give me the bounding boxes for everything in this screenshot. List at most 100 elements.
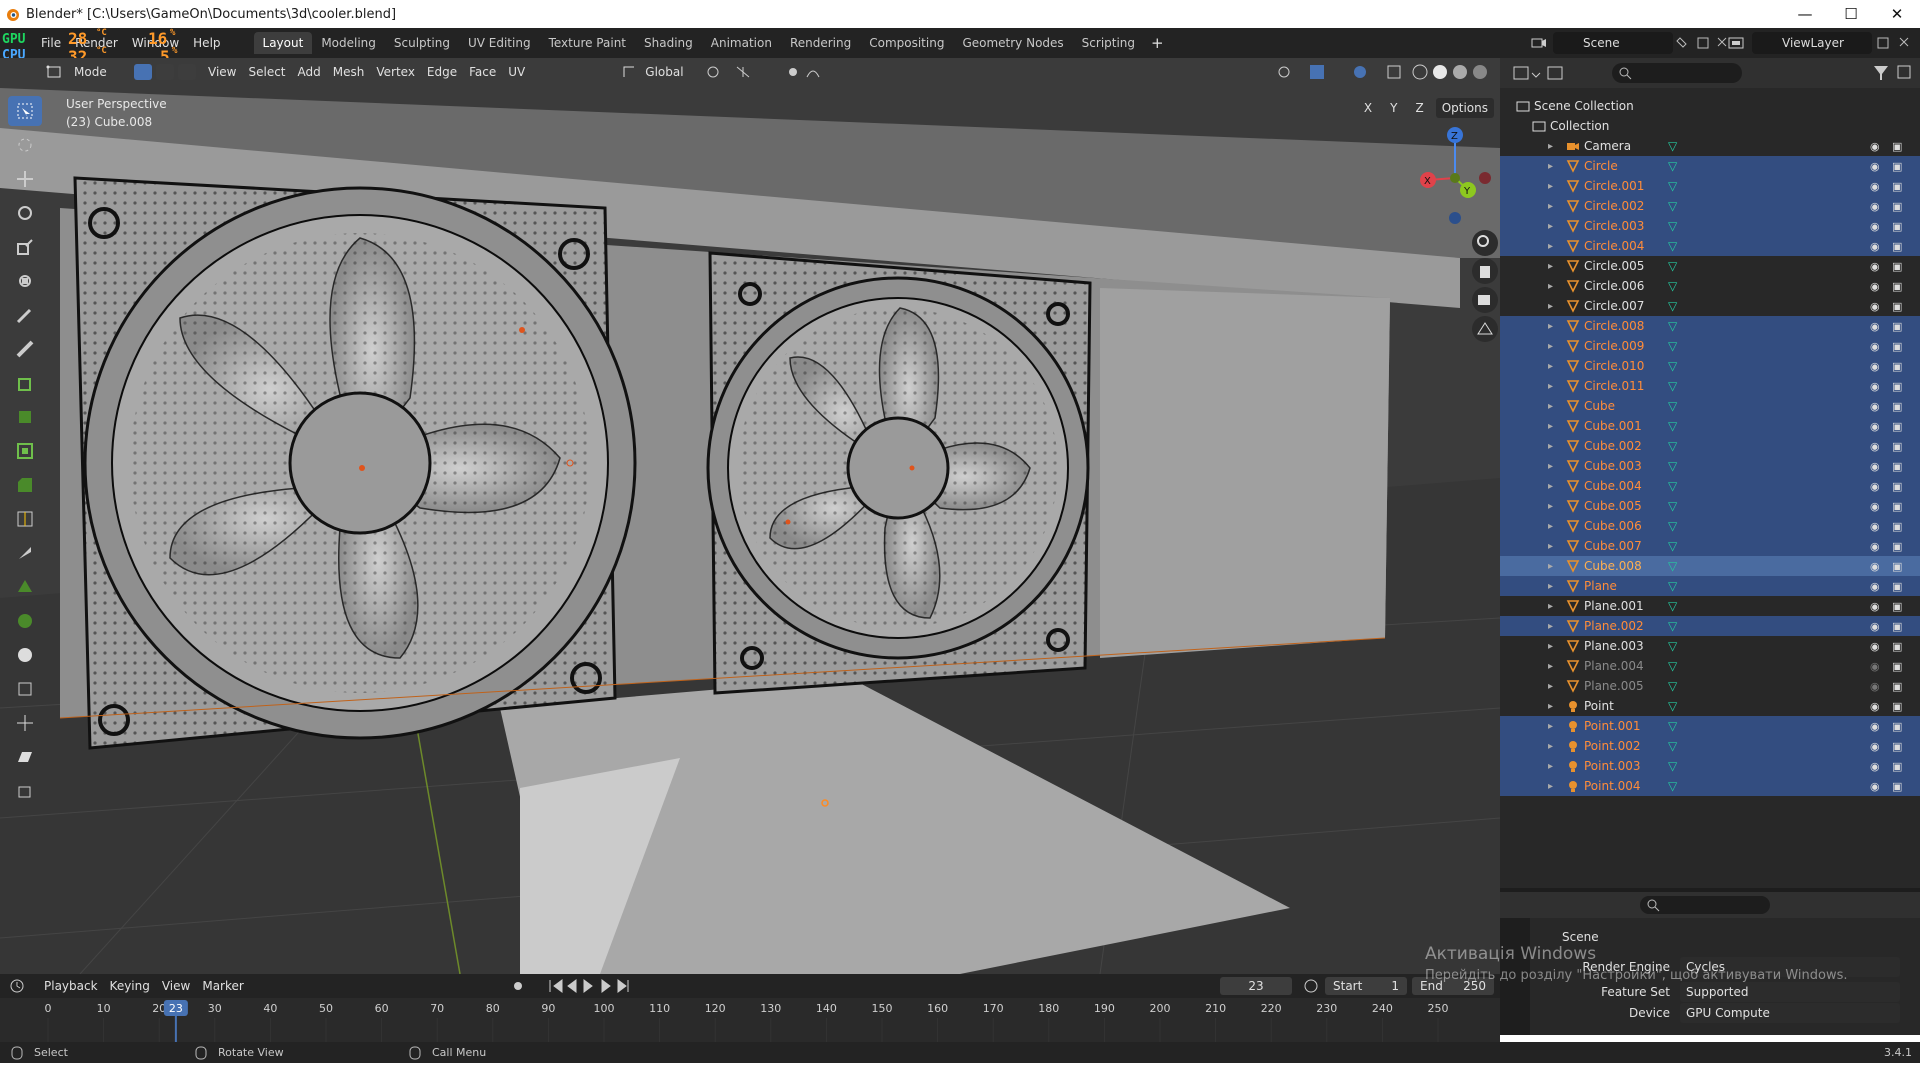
visibility-eye-icon[interactable]: ◉: [1870, 780, 1880, 793]
outliner-item[interactable]: Point.002 ▸ ▽ ◉ ▣: [1500, 736, 1920, 756]
visibility-eye-icon[interactable]: ◉: [1870, 540, 1880, 553]
workspace-tab-layout[interactable]: Layout: [253, 32, 313, 54]
axis-y[interactable]: Y: [1384, 98, 1403, 118]
workspace-tab-uv-editing[interactable]: UV Editing: [459, 32, 540, 54]
workspace-tab-modeling[interactable]: Modeling: [312, 32, 385, 54]
mesh-data-icon[interactable]: ▽: [1668, 439, 1677, 453]
render-camera-icon[interactable]: ▣: [1892, 300, 1902, 313]
render-camera-icon[interactable]: ▣: [1892, 780, 1902, 793]
render-camera-icon[interactable]: ▣: [1892, 320, 1902, 333]
mesh-data-icon[interactable]: ▽: [1668, 639, 1677, 653]
visibility-eye-icon[interactable]: ◉: [1870, 200, 1880, 213]
visibility-eye-icon[interactable]: ◉: [1870, 620, 1880, 633]
auto-keying-icon[interactable]: [1302, 977, 1320, 995]
visibility-eye-icon[interactable]: ◉: [1870, 520, 1880, 533]
render-camera-icon[interactable]: ▣: [1892, 640, 1902, 653]
mesh-data-icon[interactable]: ▽: [1668, 539, 1677, 553]
outliner-item[interactable]: Cube.005 ▸ ▽ ◉ ▣: [1500, 496, 1920, 516]
outliner-item[interactable]: Point.001 ▸ ▽ ◉ ▣: [1500, 716, 1920, 736]
visibility-eye-icon[interactable]: ◉: [1870, 440, 1880, 453]
viewport-menu-view[interactable]: View: [202, 62, 242, 82]
visibility-eye-icon[interactable]: ◉: [1870, 500, 1880, 513]
expand-arrow-icon[interactable]: ▸: [1548, 381, 1553, 392]
viewlayer-selector[interactable]: ViewLayer: [1752, 32, 1872, 54]
measure-tool[interactable]: [8, 334, 42, 364]
mesh-data-icon[interactable]: ▽: [1668, 779, 1677, 793]
outliner-item[interactable]: Circle ▸ ▽ ◉ ▣: [1500, 156, 1920, 176]
mesh-data-icon[interactable]: ▽: [1668, 459, 1677, 473]
mesh-data-icon[interactable]: ▽: [1668, 359, 1677, 373]
expand-arrow-icon[interactable]: ▸: [1548, 141, 1553, 152]
render-camera-icon[interactable]: ▣: [1892, 760, 1902, 773]
mesh-data-icon[interactable]: ▽: [1668, 699, 1677, 713]
mesh-data-icon[interactable]: ▽: [1668, 159, 1677, 173]
blender-menu-icon[interactable]: [0, 28, 34, 58]
outliner-item[interactable]: Cube.003 ▸ ▽ ◉ ▣: [1500, 456, 1920, 476]
expand-arrow-icon[interactable]: ▸: [1548, 241, 1553, 252]
visibility-eye-icon[interactable]: ◉: [1870, 380, 1880, 393]
menu-help[interactable]: Help: [186, 32, 227, 54]
close-button[interactable]: ✕: [1874, 0, 1920, 28]
expand-arrow-icon[interactable]: ▸: [1548, 321, 1553, 332]
menu-file[interactable]: File: [34, 32, 68, 54]
visibility-eye-icon[interactable]: ◉: [1870, 420, 1880, 433]
expand-arrow-icon[interactable]: ▸: [1548, 561, 1553, 572]
feature-set-dropdown[interactable]: Supported: [1680, 982, 1900, 1002]
mesh-data-icon[interactable]: ▽: [1668, 339, 1677, 353]
mesh-data-icon[interactable]: ▽: [1668, 619, 1677, 633]
outliner-item[interactable]: Cube.007 ▸ ▽ ◉ ▣: [1500, 536, 1920, 556]
expand-arrow-icon[interactable]: ▸: [1548, 361, 1553, 372]
visibility-eye-icon[interactable]: ◉: [1870, 240, 1880, 253]
outliner-item[interactable]: Circle.007 ▸ ▽ ◉ ▣: [1500, 296, 1920, 316]
outliner-item[interactable]: Cube.008 ▸ ▽ ◉ ▣: [1500, 556, 1920, 576]
mesh-data-icon[interactable]: ▽: [1668, 279, 1677, 293]
render-camera-icon[interactable]: ▣: [1892, 420, 1902, 433]
render-camera-icon[interactable]: ▣: [1892, 260, 1902, 273]
inset-tool[interactable]: [8, 436, 42, 466]
mesh-data-icon[interactable]: ▽: [1668, 239, 1677, 253]
outliner-item[interactable]: Circle.001 ▸ ▽ ◉ ▣: [1500, 176, 1920, 196]
playback-menu[interactable]: Playback: [38, 976, 104, 996]
viewport-menu-vertex[interactable]: Vertex: [370, 62, 421, 82]
transform-orientation[interactable]: Global: [639, 62, 703, 82]
outliner-item[interactable]: Circle.010 ▸ ▽ ◉ ▣: [1500, 356, 1920, 376]
mesh-data-icon[interactable]: ▽: [1668, 719, 1677, 733]
workspace-tab-rendering[interactable]: Rendering: [781, 32, 860, 54]
expand-arrow-icon[interactable]: ▸: [1548, 741, 1553, 752]
outliner-item[interactable]: Circle.009 ▸ ▽ ◉ ▣: [1500, 336, 1920, 356]
bevel-tool[interactable]: [8, 470, 42, 500]
visibility-eye-icon[interactable]: ◉: [1870, 660, 1880, 673]
render-camera-icon[interactable]: ▣: [1892, 600, 1902, 613]
menu-render[interactable]: Render: [68, 32, 125, 54]
outliner-item[interactable]: Point ▸ ▽ ◉ ▣: [1500, 696, 1920, 716]
workspace-tab-compositing[interactable]: Compositing: [860, 32, 953, 54]
expand-arrow-icon[interactable]: ▸: [1548, 181, 1553, 192]
shrink-fatten-tool[interactable]: [8, 708, 42, 738]
viewport-menu-add[interactable]: Add: [292, 62, 327, 82]
visibility-eye-icon[interactable]: ◉: [1870, 700, 1880, 713]
render-camera-icon[interactable]: ▣: [1892, 520, 1902, 533]
render-camera-icon[interactable]: ▣: [1892, 160, 1902, 173]
visibility-eye-icon[interactable]: ◉: [1870, 400, 1880, 413]
workspace-tab-sculpting[interactable]: Sculpting: [385, 32, 459, 54]
outliner-item[interactable]: Cube ▸ ▽ ◉ ▣: [1500, 396, 1920, 416]
rip-region-tool[interactable]: [8, 776, 42, 806]
start-frame-field[interactable]: Start 1: [1325, 977, 1407, 995]
render-camera-icon[interactable]: ▣: [1892, 200, 1902, 213]
mesh-data-icon[interactable]: ▽: [1668, 479, 1677, 493]
expand-arrow-icon[interactable]: ▸: [1548, 421, 1553, 432]
render-camera-icon[interactable]: ▣: [1892, 220, 1902, 233]
render-camera-icon[interactable]: ▣: [1892, 380, 1902, 393]
outliner-item[interactable]: Plane.002 ▸ ▽ ◉ ▣: [1500, 616, 1920, 636]
render-camera-icon[interactable]: ▣: [1892, 240, 1902, 253]
visibility-eye-icon[interactable]: ◉: [1870, 560, 1880, 573]
workspace-tab-texture-paint[interactable]: Texture Paint: [540, 32, 635, 54]
render-camera-icon[interactable]: ▣: [1892, 180, 1902, 193]
mesh-data-icon[interactable]: ▽: [1668, 139, 1677, 153]
mesh-data-icon[interactable]: ▽: [1668, 499, 1677, 513]
expand-arrow-icon[interactable]: ▸: [1548, 261, 1553, 272]
knife-tool[interactable]: [8, 538, 42, 568]
visibility-eye-icon[interactable]: ◉: [1870, 180, 1880, 193]
workspace-tab-geometry-nodes[interactable]: Geometry Nodes: [953, 32, 1072, 54]
transform-tool[interactable]: [8, 266, 42, 296]
